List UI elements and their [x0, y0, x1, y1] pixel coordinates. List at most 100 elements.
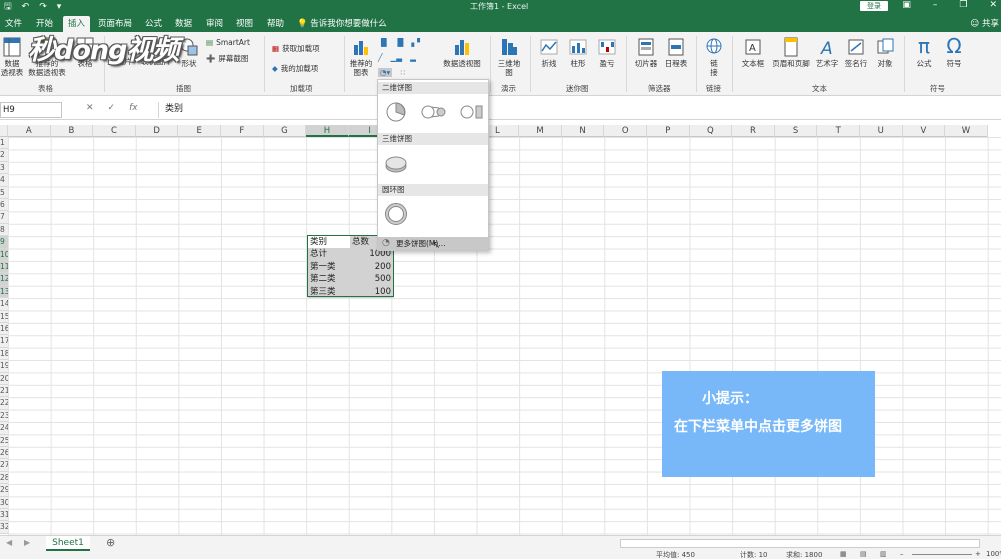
page-layout-view-icon[interactable]: ▤: [860, 550, 867, 558]
recommended-charts-button[interactable]: 推荐的 图表: [348, 37, 374, 77]
row-header-14[interactable]: 14: [0, 298, 8, 311]
formula-input[interactable]: 类别: [158, 102, 1001, 118]
save-icon[interactable]: 🖫: [4, 0, 12, 15]
zoom-in-icon[interactable]: +: [975, 550, 981, 558]
pie-2d-icon[interactable]: [384, 100, 408, 124]
get-addins-button[interactable]: ▦ 获取加载项: [272, 43, 320, 54]
redo-icon[interactable]: ↷: [39, 2, 47, 12]
tell-me-search[interactable]: 💡 告诉我你想要做什么: [297, 16, 387, 32]
row-header-4[interactable]: 4: [0, 174, 8, 187]
row-header-22[interactable]: 22: [0, 397, 8, 410]
row-header-7[interactable]: 7: [0, 211, 8, 224]
column-header-E[interactable]: E: [178, 125, 221, 137]
zoom-out-icon[interactable]: –: [900, 550, 904, 558]
row-header-32[interactable]: 32: [0, 521, 8, 534]
object-button[interactable]: 对象: [872, 37, 898, 68]
horizontal-scrollbar[interactable]: [620, 539, 980, 548]
pie-3d-icon[interactable]: [384, 152, 408, 176]
column-header-H[interactable]: H: [306, 125, 349, 137]
row-header-10[interactable]: 10: [0, 248, 8, 261]
row-header-30[interactable]: 30: [0, 496, 8, 509]
column-chart-icon[interactable]: ▐▌: [378, 38, 390, 47]
row-header-11[interactable]: 11: [0, 261, 8, 274]
row-header-9[interactable]: 9: [0, 236, 8, 249]
column-header-U[interactable]: U: [860, 125, 903, 137]
ribbon-display-icon[interactable]: ▣: [902, 0, 911, 10]
row-header-5[interactable]: 5: [0, 186, 8, 199]
pie-chart-icon[interactable]: ◔▾: [378, 68, 393, 77]
column-header-A[interactable]: A: [8, 125, 51, 137]
row-header-21[interactable]: 21: [0, 385, 8, 398]
column-header-T[interactable]: T: [817, 125, 860, 137]
row-header-12[interactable]: 12: [0, 273, 8, 286]
hierarchy-chart-icon[interactable]: █: [398, 38, 404, 47]
row-header-29[interactable]: 29: [0, 484, 8, 497]
prev-sheet-icon[interactable]: ◀: [6, 538, 12, 547]
sparkline-line-button[interactable]: 折线: [536, 37, 562, 68]
row-header-6[interactable]: 6: [0, 199, 8, 212]
combo-chart-icon[interactable]: ▂: [410, 53, 416, 62]
row-header-20[interactable]: 20: [0, 372, 8, 385]
link-button[interactable]: 链 接: [702, 37, 726, 77]
column-header-N[interactable]: N: [561, 125, 605, 137]
insert-function-icon[interactable]: fx: [129, 103, 138, 113]
minimize-icon[interactable]: –: [933, 0, 938, 10]
tab-help[interactable]: 帮助: [262, 16, 289, 32]
column-header-R[interactable]: R: [732, 125, 775, 137]
smartart-button[interactable]: ▤ SmartArt: [206, 38, 250, 47]
sheet-tab-sheet1[interactable]: Sheet1: [46, 536, 90, 551]
pivot-table-button[interactable]: 数据 透视表: [0, 37, 24, 77]
row-header-18[interactable]: 18: [0, 347, 8, 361]
select-all-corner[interactable]: [0, 125, 8, 137]
row-header-31[interactable]: 31: [0, 509, 8, 522]
column-header-C[interactable]: C: [93, 125, 136, 137]
statistic-chart-icon[interactable]: ▁▃: [391, 53, 403, 62]
column-header-S[interactable]: S: [774, 125, 818, 137]
undo-icon[interactable]: ↶: [22, 2, 30, 12]
pivot-chart-button[interactable]: 数据透视图: [440, 37, 484, 68]
tab-view[interactable]: 视图: [231, 16, 258, 32]
add-sheet-icon[interactable]: ⊕: [106, 536, 115, 549]
column-header-D[interactable]: D: [135, 125, 179, 137]
row-header-27[interactable]: 27: [0, 459, 8, 472]
column-header-O[interactable]: O: [604, 125, 647, 137]
scatter-chart-icon[interactable]: ∷: [400, 68, 405, 77]
normal-view-icon[interactable]: ▦: [840, 550, 847, 558]
sparkline-winloss-button[interactable]: 盈亏: [594, 37, 620, 68]
close-icon[interactable]: ✕: [989, 0, 997, 10]
row-header-25[interactable]: 25: [0, 434, 8, 447]
column-header-Q[interactable]: Q: [689, 125, 733, 137]
row-header-1[interactable]: 1: [0, 137, 8, 150]
login-button[interactable]: 登录: [860, 1, 888, 11]
equation-button[interactable]: π 公式: [910, 35, 938, 68]
row-header-15[interactable]: 15: [0, 310, 8, 323]
wordart-button[interactable]: A 艺术字: [814, 37, 840, 68]
textbox-button[interactable]: A 文本框: [738, 37, 768, 68]
donut-chart-icon[interactable]: [384, 202, 408, 226]
column-header-B[interactable]: B: [50, 125, 94, 137]
column-header-V[interactable]: V: [902, 125, 946, 137]
column-header-P[interactable]: P: [647, 125, 690, 137]
tab-review[interactable]: 审阅: [201, 16, 228, 32]
tab-file[interactable]: 文件: [0, 16, 27, 32]
row-header-13[interactable]: 13: [0, 285, 8, 299]
row-header-3[interactable]: 3: [0, 161, 8, 175]
symbol-button[interactable]: Ω 符号: [940, 35, 968, 68]
name-box[interactable]: H9: [0, 102, 62, 118]
shapes-button[interactable]: 形状: [176, 37, 202, 68]
row-header-8[interactable]: 8: [0, 223, 8, 237]
row-header-2[interactable]: 2: [0, 149, 8, 162]
column-header-F[interactable]: F: [221, 125, 264, 137]
row-header-24[interactable]: 24: [0, 422, 8, 435]
row-header-23[interactable]: 23: [0, 409, 8, 423]
page-break-view-icon[interactable]: ▥: [880, 550, 887, 558]
screenshot-button[interactable]: ➕ 屏幕截图: [206, 53, 248, 64]
share-button[interactable]: ☺ 共享: [970, 16, 999, 32]
timeline-button[interactable]: 日程表: [662, 37, 690, 68]
3d-map-button[interactable]: 三维地 图: [494, 37, 524, 77]
my-addins-button[interactable]: ◆ 我的加载项: [272, 63, 318, 74]
slicer-button[interactable]: 切片器: [632, 37, 660, 68]
bar-of-pie-icon[interactable]: [458, 100, 486, 124]
cancel-icon[interactable]: ✕: [86, 103, 94, 113]
row-header-17[interactable]: 17: [0, 335, 8, 348]
